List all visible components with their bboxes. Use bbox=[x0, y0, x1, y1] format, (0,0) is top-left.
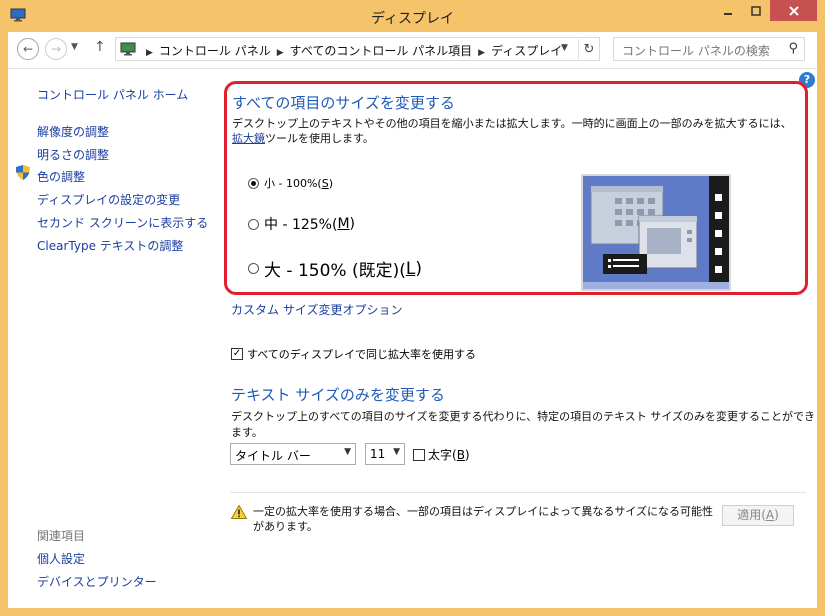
bold-label-text: 太字( bbox=[428, 448, 457, 462]
apply-label: 適用( bbox=[737, 508, 766, 522]
text-size-description: デスクトップ上のすべての項目のサイズを変更する代わりに、特定の項目のテキスト サ… bbox=[231, 410, 815, 439]
window-frame: ディスプレイ ← → ▼ ↑ ▶ コントロール パネル ▶ すべてのコントロール… bbox=[0, 0, 825, 616]
change-size-description: デスクトップ上のテキストやその他の項目を縮小または拡大します。一時的に画面上の一… bbox=[232, 116, 800, 146]
item-select[interactable]: タイトル バー ▼ bbox=[230, 443, 356, 465]
size-option-medium-tail: ) bbox=[349, 216, 356, 232]
sidebar-item-cleartype[interactable]: ClearType テキストの調整 bbox=[37, 237, 183, 254]
search-icon[interactable]: ⚲ bbox=[788, 41, 798, 56]
back-button[interactable]: ← bbox=[17, 38, 39, 60]
font-size-select[interactable]: 11 ▼ bbox=[365, 443, 405, 465]
up-button[interactable]: ↑ bbox=[94, 39, 106, 55]
sidebar-item-resolution[interactable]: 解像度の調整 bbox=[37, 123, 109, 140]
navigation-bar: ← → ▼ ↑ ▶ コントロール パネル ▶ すべてのコントロール パネル項目 ▶ ディス… bbox=[8, 32, 817, 69]
size-option-small-key: S bbox=[321, 176, 329, 190]
text-size-heading: テキスト サイズのみを変更する bbox=[231, 386, 445, 404]
item-select-value: タイトル バー bbox=[235, 449, 311, 463]
desc1-text-post: ツールを使用します。 bbox=[265, 132, 374, 145]
size-option-large[interactable]: 大 - 150% (既定)(L) bbox=[248, 256, 422, 281]
magnifier-link[interactable]: 拡大鏡 bbox=[232, 132, 265, 145]
radio-medium[interactable] bbox=[248, 218, 259, 230]
forward-button[interactable]: → bbox=[45, 38, 67, 60]
recent-pages-dropdown[interactable]: ▼ bbox=[71, 42, 78, 52]
address-bar[interactable]: ▶ コントロール パネル ▶ すべてのコントロール パネル項目 ▶ ディスプレイ ▼ ↻ bbox=[115, 37, 600, 61]
apply-key: A bbox=[765, 508, 775, 522]
same-scale-label[interactable]: すべてのディスプレイで同じ拡大率を使用する bbox=[247, 346, 476, 362]
warning-text: 一定の拡大率を使用する場合、一部の項目はディスプレイによって異なるサイズになる可… bbox=[253, 505, 714, 533]
chevron-down-icon: ▼ bbox=[344, 447, 351, 457]
forward-arrow-icon: → bbox=[50, 42, 62, 56]
search-input[interactable]: コントロール パネルの検索 ⚲ bbox=[613, 37, 805, 61]
sidebar-home-link[interactable]: コントロール パネル ホーム bbox=[37, 86, 188, 103]
breadcrumb-separator-icon: ▶ bbox=[276, 48, 284, 58]
apply-tail: ) bbox=[774, 508, 779, 522]
size-option-medium-key: M bbox=[337, 216, 350, 232]
breadcrumb: ▶ コントロール パネル ▶ すべてのコントロール パネル項目 ▶ ディスプレイ bbox=[140, 42, 562, 59]
same-scale-checkbox[interactable]: ✓ bbox=[231, 348, 243, 360]
refresh-icon: ↻ bbox=[583, 41, 595, 57]
sidebar: コントロール パネル ホーム 解像度の調整 明るさの調整 色の調整 ディスプレイ… bbox=[8, 69, 213, 608]
minimize-icon bbox=[724, 12, 732, 15]
radio-large[interactable] bbox=[248, 263, 259, 274]
checkmark-icon: ✓ bbox=[232, 348, 242, 359]
size-option-medium-label: 中 - 125%( bbox=[264, 217, 338, 233]
sidebar-item-devices-printers[interactable]: デバイスとプリンター bbox=[37, 573, 157, 590]
breadcrumb-display[interactable]: ディスプレイ bbox=[491, 44, 562, 58]
control-panel-icon bbox=[120, 42, 136, 56]
font-size-select-value: 11 bbox=[370, 447, 386, 461]
up-arrow-icon: ↑ bbox=[94, 39, 106, 55]
breadcrumb-separator-icon: ▶ bbox=[146, 48, 153, 58]
bold-label-key: B bbox=[456, 448, 465, 462]
related-items-header: 関連項目 bbox=[37, 529, 86, 543]
bold-checkbox[interactable] bbox=[413, 449, 425, 461]
breadcrumb-all-items[interactable]: すべてのコントロール パネル項目 bbox=[290, 44, 473, 58]
client-area: ← → ▼ ↑ ▶ コントロール パネル ▶ すべてのコントロール パネル項目 ▶ ディス… bbox=[8, 32, 817, 608]
maximize-button[interactable] bbox=[742, 0, 770, 21]
size-preview-image bbox=[581, 174, 731, 291]
size-option-small-tail: ) bbox=[328, 176, 333, 190]
apply-button[interactable]: 適用(A) bbox=[722, 505, 794, 526]
sidebar-item-brightness[interactable]: 明るさの調整 bbox=[37, 146, 109, 163]
desc1-text-pre: デスクトップ上のテキストやその他の項目を縮小または拡大します。一時的に画面上の一… bbox=[232, 117, 792, 130]
close-icon bbox=[788, 5, 799, 16]
sidebar-item-display-settings[interactable]: ディスプレイの設定の変更 bbox=[37, 191, 180, 208]
sidebar-item-second-screen[interactable]: セカンド スクリーンに表示する bbox=[37, 214, 208, 231]
sidebar-item-personalization[interactable]: 個人設定 bbox=[37, 550, 85, 567]
size-option-large-tail: ) bbox=[415, 258, 422, 279]
breadcrumb-control-panel[interactable]: コントロール パネル bbox=[159, 44, 271, 58]
size-option-large-key: L bbox=[405, 258, 416, 279]
bold-label-tail: ) bbox=[464, 448, 470, 462]
bold-label[interactable]: 太字(B) bbox=[428, 446, 470, 463]
window-title: ディスプレイ bbox=[370, 11, 455, 27]
search-placeholder: コントロール パネルの検索 bbox=[622, 44, 770, 58]
minimize-button[interactable] bbox=[714, 0, 742, 21]
refresh-button[interactable]: ↻ bbox=[578, 39, 599, 59]
change-size-heading: すべての項目のサイズを変更する bbox=[232, 94, 455, 112]
back-arrow-icon: ← bbox=[22, 42, 34, 56]
title-bar: ディスプレイ bbox=[0, 0, 825, 32]
size-option-large-label: 大 - 150% (既定)( bbox=[264, 261, 406, 281]
size-option-medium[interactable]: 中 - 125%(M) bbox=[248, 214, 355, 234]
maximize-icon bbox=[751, 5, 761, 16]
size-option-small[interactable]: 小 - 100%(S) bbox=[248, 175, 333, 191]
address-dropdown[interactable]: ▼ bbox=[561, 43, 568, 53]
sidebar-item-color[interactable]: 色の調整 bbox=[37, 168, 85, 185]
uac-shield-icon bbox=[16, 165, 30, 180]
divider bbox=[230, 492, 806, 493]
close-button[interactable] bbox=[770, 0, 817, 21]
breadcrumb-separator-icon: ▶ bbox=[478, 48, 486, 58]
size-option-small-label: 小 - 100%( bbox=[264, 177, 322, 190]
chevron-down-icon: ▼ bbox=[393, 447, 400, 457]
custom-sizing-link[interactable]: カスタム サイズ変更オプション bbox=[231, 301, 402, 318]
warning-icon bbox=[231, 505, 247, 519]
radio-small[interactable] bbox=[248, 177, 259, 189]
